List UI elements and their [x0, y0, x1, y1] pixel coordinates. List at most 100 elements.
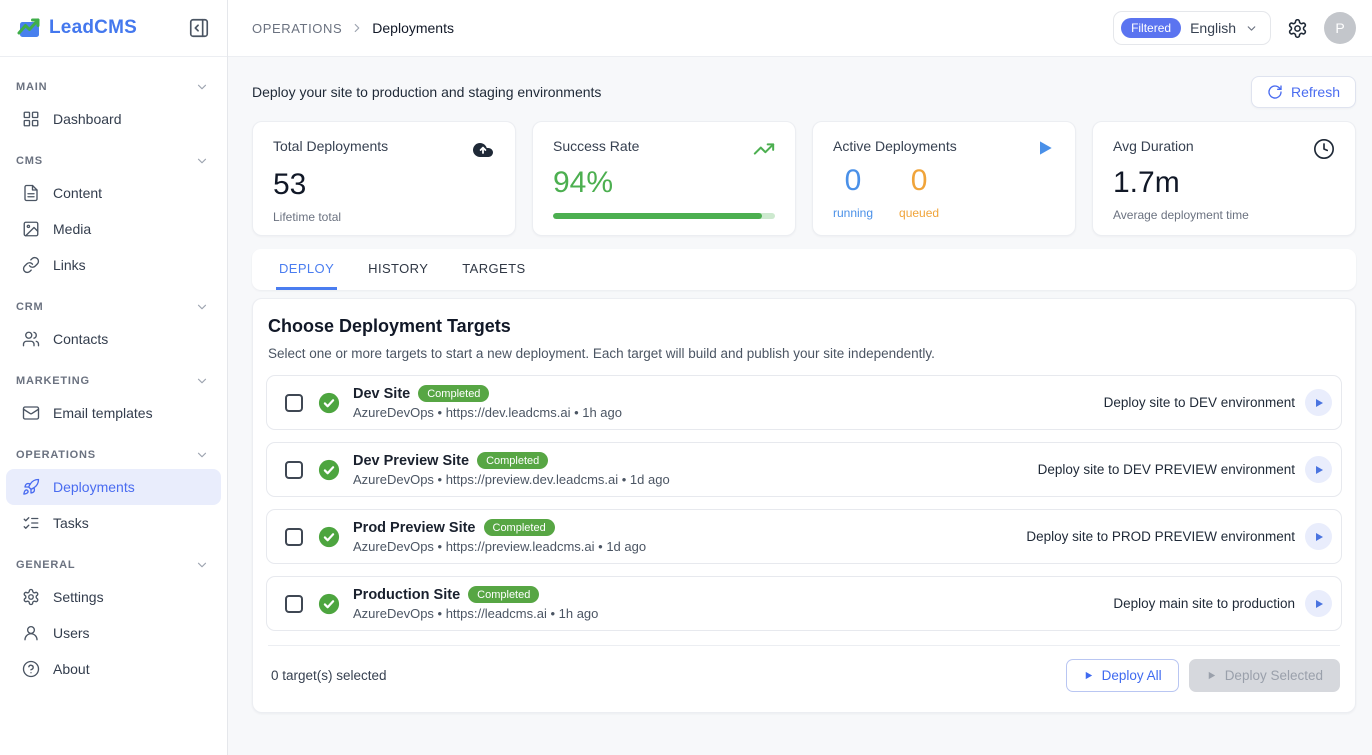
play-icon: [1206, 670, 1217, 681]
nav-section-label: CMS: [16, 155, 43, 167]
nav-section-label: MAIN: [16, 81, 47, 93]
leadcms-logo[interactable]: LeadCMS: [16, 15, 137, 41]
running-label: running: [833, 206, 873, 220]
target-checkbox[interactable]: [285, 528, 303, 546]
panel-collapse-icon: [188, 17, 210, 39]
chevron-down-icon: [195, 80, 209, 94]
sidebar-item-tasks[interactable]: Tasks: [6, 505, 221, 541]
mail-icon: [22, 404, 40, 422]
sidebar-collapse-button[interactable]: [185, 14, 213, 42]
nav-section-main: MAIN Dashboard: [0, 71, 227, 137]
deploy-play-button[interactable]: [1305, 389, 1332, 416]
nav-section-header-operations[interactable]: OPERATIONS: [0, 439, 227, 469]
nav-section-marketing: MARKETING Email templates: [0, 365, 227, 431]
nav-section-header-cms[interactable]: CMS: [0, 145, 227, 175]
refresh-icon: [1267, 84, 1283, 100]
sidebar-item-dashboard[interactable]: Dashboard: [6, 101, 221, 137]
clock-icon: [1313, 138, 1335, 160]
leadcms-logo-icon: [16, 15, 42, 41]
tab-deploy[interactable]: DEPLOY: [276, 249, 337, 290]
target-row-production-site: Production Site Completed AzureDevOps • …: [266, 576, 1342, 631]
breadcrumb-section: OPERATIONS: [252, 21, 342, 36]
stat-card-avg-duration: Avg Duration 1.7m Average deployment tim…: [1092, 121, 1356, 236]
breadcrumb: OPERATIONS Deployments: [252, 20, 454, 36]
gear-icon: [22, 588, 40, 606]
app-title: LeadCMS: [49, 17, 137, 39]
deploy-play-button[interactable]: [1305, 590, 1332, 617]
target-info: Dev Site Completed AzureDevOps • https:/…: [353, 385, 1104, 420]
user-avatar[interactable]: P: [1324, 12, 1356, 44]
target-name: Dev Site: [353, 386, 410, 402]
target-checkbox[interactable]: [285, 394, 303, 412]
image-icon: [22, 220, 40, 238]
status-badge: Completed: [468, 586, 539, 603]
panel-footer: 0 target(s) selected Deploy All Deploy S…: [266, 646, 1342, 700]
play-icon: [1313, 531, 1325, 543]
success-rate-progress-fill: [553, 213, 762, 219]
deploy-play-button[interactable]: [1305, 523, 1332, 550]
sidebar-item-users[interactable]: Users: [6, 615, 221, 651]
link-icon: [22, 256, 40, 274]
target-action: Deploy site to DEV environment: [1104, 389, 1332, 416]
nav-section-operations: OPERATIONS Deployments Tasks: [0, 439, 227, 541]
target-meta: AzureDevOps • https://dev.leadcms.ai • 1…: [353, 405, 1104, 420]
target-row-dev-site: Dev Site Completed AzureDevOps • https:/…: [266, 375, 1342, 430]
deploy-play-button[interactable]: [1305, 456, 1332, 483]
nav-section-header-marketing[interactable]: MARKETING: [0, 365, 227, 395]
play-icon: [1083, 670, 1094, 681]
check-circle-icon: [318, 593, 340, 615]
filtered-badge: Filtered: [1121, 18, 1181, 38]
panel-subtitle: Select one or more targets to start a ne…: [266, 346, 1342, 361]
refresh-button[interactable]: Refresh: [1251, 76, 1356, 108]
sidebar-item-label: Links: [53, 257, 86, 273]
nav-section-label: MARKETING: [16, 375, 90, 387]
check-circle-icon: [318, 392, 340, 414]
panel-title: Choose Deployment Targets: [266, 316, 1342, 337]
target-checkbox[interactable]: [285, 595, 303, 613]
tab-targets[interactable]: TARGETS: [459, 249, 528, 290]
sidebar-item-label: Dashboard: [53, 111, 122, 127]
topbar: OPERATIONS Deployments Filtered English: [228, 0, 1372, 57]
sidebar-item-label: Users: [53, 625, 90, 641]
nav-section-label: OPERATIONS: [16, 449, 96, 461]
document-icon: [22, 184, 40, 202]
sidebar-item-deployments[interactable]: Deployments: [6, 469, 221, 505]
nav-section-header-general[interactable]: GENERAL: [0, 549, 227, 579]
deploy-selected-button[interactable]: Deploy Selected: [1189, 659, 1340, 692]
target-checkbox[interactable]: [285, 461, 303, 479]
sidebar-item-settings[interactable]: Settings: [6, 579, 221, 615]
sidebar-item-contacts[interactable]: Contacts: [6, 321, 221, 357]
stat-title: Avg Duration: [1113, 138, 1194, 154]
sidebar-item-media[interactable]: Media: [6, 211, 221, 247]
settings-gear-button[interactable]: [1287, 18, 1308, 39]
sidebar-item-links[interactable]: Links: [6, 247, 221, 283]
play-icon: [1035, 138, 1055, 158]
running-count: 0: [845, 164, 862, 199]
sidebar-item-content[interactable]: Content: [6, 175, 221, 211]
deploy-all-button[interactable]: Deploy All: [1066, 659, 1179, 692]
sidebar-item-about[interactable]: About: [6, 651, 221, 687]
breadcrumb-page: Deployments: [372, 20, 454, 36]
trending-up-icon: [753, 138, 775, 160]
tab-history[interactable]: HISTORY: [365, 249, 431, 290]
stat-card-success-rate: Success Rate 94%: [532, 121, 796, 236]
users-icon: [22, 330, 40, 348]
target-action-text: Deploy main site to production: [1113, 596, 1295, 611]
target-name: Dev Preview Site: [353, 453, 469, 469]
language-selector[interactable]: Filtered English: [1113, 11, 1271, 45]
check-circle-icon: [318, 526, 340, 548]
stats-cards: Total Deployments 53 Lifetime total Succ…: [252, 121, 1356, 236]
sidebar-item-label: Media: [53, 221, 91, 237]
app-root: LeadCMS MAIN Dashboard: [0, 0, 1372, 755]
sidebar-item-email-templates[interactable]: Email templates: [6, 395, 221, 431]
nav-section-header-main[interactable]: MAIN: [0, 71, 227, 101]
target-meta: AzureDevOps • https://leadcms.ai • 1h ag…: [353, 606, 1113, 621]
play-icon: [1313, 598, 1325, 610]
target-meta: AzureDevOps • https://preview.leadcms.ai…: [353, 539, 1026, 554]
stat-subtitle: Lifetime total: [273, 210, 495, 224]
rocket-icon: [22, 478, 40, 496]
queued-label: queued: [899, 206, 939, 220]
main-area: OPERATIONS Deployments Filtered English: [228, 0, 1372, 755]
stat-value-avg-duration: 1.7m: [1113, 166, 1335, 201]
nav-section-header-crm[interactable]: CRM: [0, 291, 227, 321]
